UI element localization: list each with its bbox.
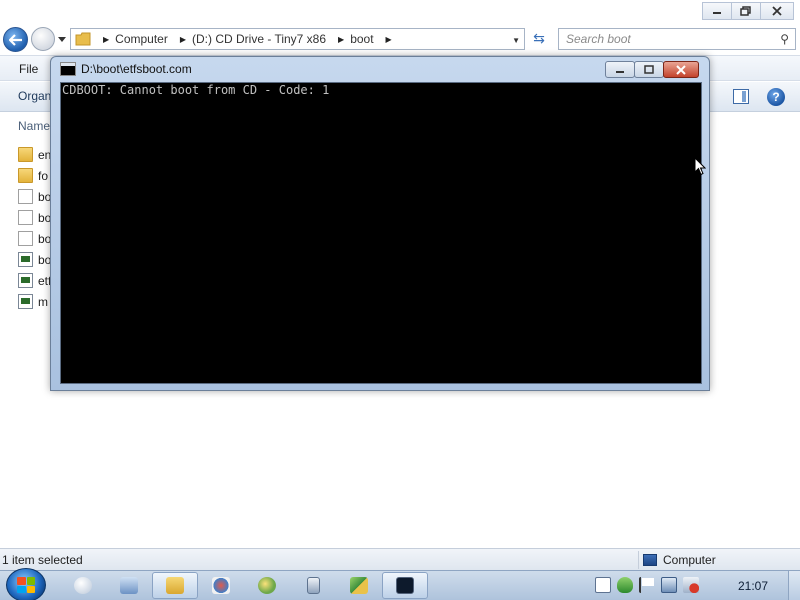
paint-icon: [212, 577, 230, 594]
search-input[interactable]: Search boot ⚲: [558, 28, 796, 50]
minimize-icon: [713, 12, 721, 14]
preview-pane-icon[interactable]: [733, 89, 749, 104]
minimize-button[interactable]: [702, 2, 732, 20]
network-status-icon[interactable]: [661, 577, 677, 593]
search-icon: ⚲: [780, 32, 789, 46]
computer-icon: [643, 554, 657, 566]
breadcrumb-arrow-icon[interactable]: ▶: [338, 35, 344, 44]
location-label: Computer: [663, 553, 716, 567]
status-bar: 1 item selected Computer: [0, 548, 800, 570]
console-output: CDBOOT: Cannot boot from CD - Code: 1: [62, 83, 330, 97]
network-icon: [350, 577, 368, 594]
breadcrumb-arrow-icon[interactable]: ▶: [180, 35, 186, 44]
close-icon: [676, 64, 686, 75]
taskbar-paint-button[interactable]: [198, 572, 244, 599]
start-button[interactable]: [6, 568, 46, 600]
console-maximize-button[interactable]: [634, 61, 664, 78]
maximize-icon: [644, 64, 654, 74]
organize-button[interactable]: Organ: [18, 89, 51, 103]
restore-icon: [740, 6, 751, 16]
list-item[interactable]: etf: [18, 270, 51, 291]
breadcrumb-computer[interactable]: Computer: [115, 32, 168, 46]
executable-icon: [18, 294, 33, 309]
taskbar: 21:07: [0, 568, 800, 600]
refresh-button[interactable]: ⇆: [528, 28, 550, 50]
selection-status: 1 item selected: [2, 553, 83, 567]
column-header-name[interactable]: Name: [18, 119, 50, 133]
document-icon: [18, 231, 33, 246]
breadcrumb-boot[interactable]: boot: [350, 32, 373, 46]
action-center-flag-icon[interactable]: [639, 577, 655, 593]
executable-icon: [18, 252, 33, 267]
recycle-icon: [120, 577, 138, 594]
search-placeholder: Search boot: [566, 32, 631, 46]
back-button[interactable]: [3, 27, 28, 52]
list-item[interactable]: en: [18, 144, 51, 165]
folder-icon: [166, 577, 184, 594]
file-list: en fo bo bo bo bo etf m: [18, 144, 51, 312]
help-icon[interactable]: ?: [767, 88, 785, 106]
mouse-cursor-icon: [694, 157, 706, 176]
console-output-area[interactable]: CDBOOT: Cannot boot from CD - Code: 1: [60, 82, 702, 384]
address-dropdown-icon[interactable]: ▼: [512, 36, 520, 45]
security-shield-icon[interactable]: [617, 577, 633, 593]
taskbar-calculator-button[interactable]: [290, 572, 336, 599]
executable-icon: [18, 273, 33, 288]
calculator-icon: [306, 577, 320, 594]
back-arrow-icon: [8, 33, 22, 46]
document-icon: [18, 189, 33, 204]
console-window[interactable]: D:\boot\etfsboot.com CDBOOT: Cannot boot…: [50, 56, 710, 391]
taskbar-recycle-button[interactable]: [106, 572, 152, 599]
close-icon: [772, 6, 782, 16]
navigation-bar: ▶ Computer ▶ (D:) CD Drive - Tiny7 x86 ▶…: [0, 24, 800, 54]
breadcrumb-arrow-icon[interactable]: ▶: [103, 35, 109, 44]
list-item[interactable]: bo: [18, 228, 51, 249]
taskbar-explorer-button[interactable]: [152, 572, 198, 599]
console-icon: [396, 577, 414, 594]
document-icon: [18, 210, 33, 225]
list-item[interactable]: bo: [18, 249, 51, 270]
taskbar-console-button[interactable]: [382, 572, 428, 599]
location-status: Computer: [638, 551, 716, 569]
show-desktop-button[interactable]: [788, 571, 800, 600]
windows-logo-icon: [17, 577, 35, 593]
file-name: fo: [38, 168, 49, 183]
list-item[interactable]: fo: [18, 165, 51, 186]
system-tray: [595, 577, 699, 593]
console-close-button[interactable]: [663, 61, 699, 78]
taskbar-network-button[interactable]: [336, 572, 382, 599]
breadcrumb-arrow-icon[interactable]: ▶: [386, 35, 392, 44]
breadcrumb-cd-drive[interactable]: (D:) CD Drive - Tiny7 x86: [192, 32, 326, 46]
list-item[interactable]: m: [18, 291, 51, 312]
taskbar-browser-button[interactable]: [244, 572, 290, 599]
restore-button[interactable]: [731, 2, 761, 20]
taskbar-clock[interactable]: 21:07: [738, 579, 768, 593]
media-icon: [74, 577, 92, 594]
list-item[interactable]: bo: [18, 186, 51, 207]
minimize-icon: [616, 70, 624, 73]
console-title: D:\boot\etfsboot.com: [81, 62, 192, 76]
taskbar-media-button[interactable]: [60, 572, 106, 599]
volume-muted-icon[interactable]: [683, 577, 699, 593]
file-name: m: [38, 294, 48, 309]
browser-icon: [258, 577, 276, 594]
menu-file[interactable]: File: [19, 62, 38, 76]
console-minimize-button[interactable]: [605, 61, 635, 78]
folder-icon: [18, 147, 33, 162]
folder-icon: [18, 168, 33, 183]
forward-button[interactable]: [31, 27, 55, 51]
close-button[interactable]: [760, 2, 794, 20]
history-dropdown-icon[interactable]: [58, 35, 66, 43]
folder-icon: [75, 32, 91, 46]
list-item[interactable]: bo: [18, 207, 51, 228]
console-icon: [60, 62, 76, 76]
explorer-title-bar: [0, 0, 800, 24]
refresh-icon: ⇆: [533, 31, 545, 47]
document-icon[interactable]: [595, 577, 611, 593]
address-bar[interactable]: ▶ Computer ▶ (D:) CD Drive - Tiny7 x86 ▶…: [70, 28, 525, 50]
